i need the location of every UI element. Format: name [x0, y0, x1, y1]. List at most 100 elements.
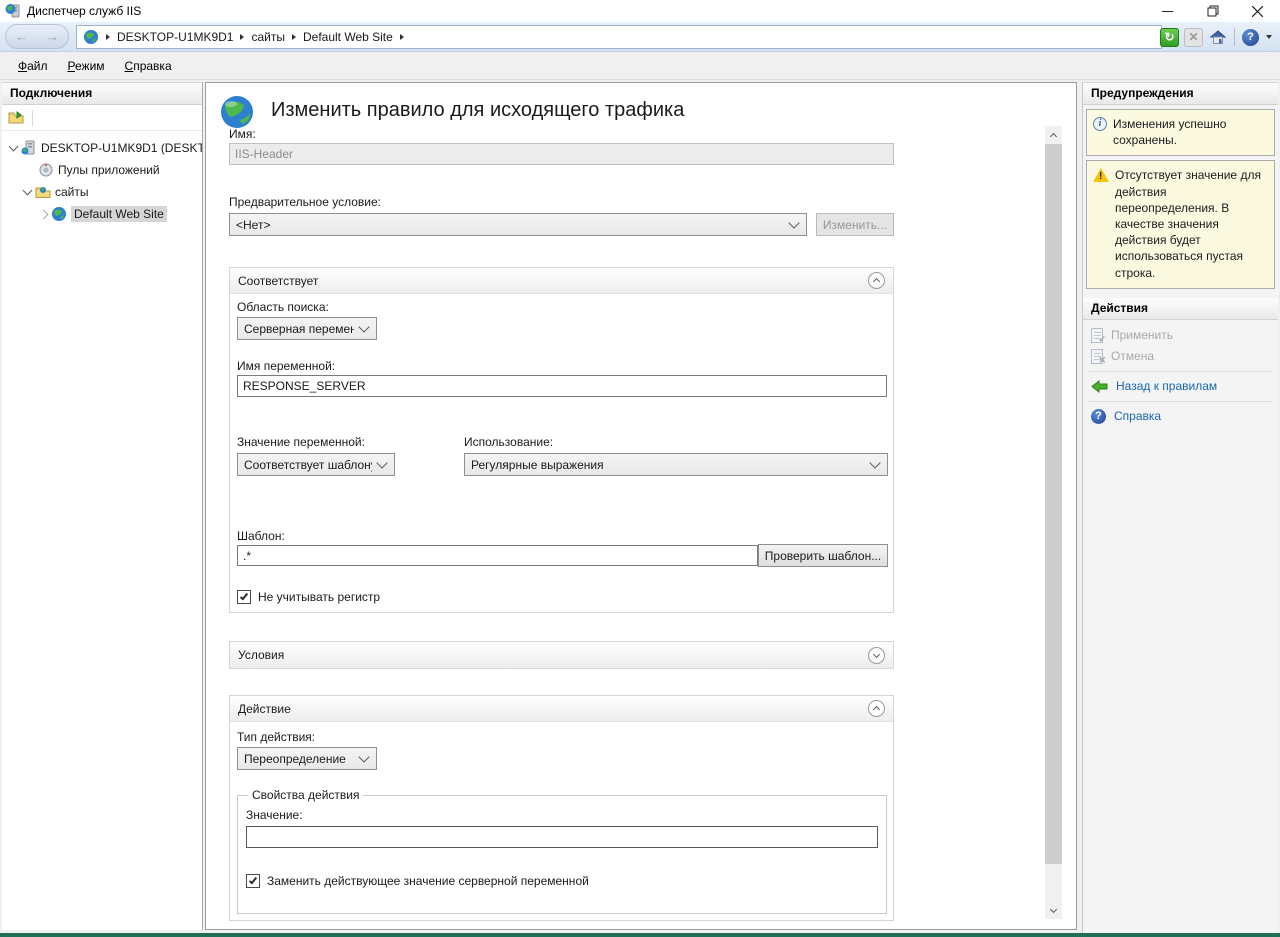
menu-mode[interactable]: Режим: [58, 55, 115, 77]
apply-icon: ✓: [1091, 328, 1103, 343]
tree-item-default-web-site[interactable]: Default Web Site: [2, 203, 202, 225]
tree-label-sites: сайты: [55, 185, 89, 199]
name-label: Имя:: [229, 127, 256, 141]
using-select[interactable]: Регулярные выражения: [464, 453, 888, 476]
alert-warning: Отсутствует значение для действия переоп…: [1086, 160, 1275, 288]
action-apply[interactable]: ✓ Применить: [1083, 325, 1278, 346]
back-to-rules-label: Назад к правилам: [1116, 379, 1217, 393]
tree-label-server: DESKTOP-U1MK9D1 (DESKTOP: [41, 141, 202, 155]
pattern-input[interactable]: [237, 545, 758, 566]
scroll-down-button[interactable]: [1045, 902, 1062, 919]
cancel-label: Отмена: [1111, 349, 1154, 363]
action-help[interactable]: ? Справка: [1083, 406, 1278, 427]
tree-label-default-web-site: Default Web Site: [71, 206, 167, 222]
iis-app-icon: [5, 3, 21, 19]
breadcrumb-arrow-icon: [106, 34, 110, 40]
help-icon: ?: [1091, 409, 1106, 424]
chevron-down-icon[interactable]: [23, 186, 33, 196]
close-button[interactable]: [1235, 0, 1280, 22]
app-pools-icon: [38, 162, 54, 178]
breadcrumb-arrow-icon: [292, 34, 296, 40]
toolbar-separator: [1234, 28, 1235, 46]
connections-tree: DESKTOP-U1MK9D1 (DESKTOP Пулы приложений: [2, 131, 202, 225]
action-cancel[interactable]: ✕ Отмена: [1083, 346, 1278, 367]
collapse-section-button[interactable]: [868, 272, 885, 289]
action-section-header[interactable]: Действие: [230, 696, 893, 722]
connections-toolbar: [2, 105, 202, 131]
restore-button[interactable]: [1190, 0, 1235, 22]
apply-label: Применить: [1111, 328, 1173, 342]
expand-section-button[interactable]: [868, 647, 885, 664]
chevron-right-icon[interactable]: [39, 209, 49, 219]
right-panel: Предупреждения i Изменения успешно сохра…: [1082, 82, 1278, 933]
stop-icon[interactable]: ✕: [1184, 28, 1203, 47]
chevron-down-icon: [358, 321, 369, 332]
cancel-icon: ✕: [1091, 349, 1103, 364]
match-section-header[interactable]: Соответствует: [230, 268, 893, 294]
variable-name-label: Имя переменной:: [237, 359, 335, 373]
breadcrumb-site[interactable]: Default Web Site: [303, 30, 393, 44]
replace-checkrow: Заменить действующее значение серверной …: [246, 874, 878, 888]
pattern-label: Шаблон:: [237, 529, 285, 543]
tree-item-server[interactable]: DESKTOP-U1MK9D1 (DESKTOP: [2, 137, 202, 159]
back-button[interactable]: ←: [15, 29, 28, 44]
connect-folder-icon[interactable]: [8, 110, 24, 126]
value-input[interactable]: [246, 826, 878, 848]
action-back-to-rules[interactable]: Назад к правилам: [1083, 376, 1278, 397]
chevron-down-icon[interactable]: [9, 142, 19, 152]
menu-file[interactable]: Файл: [8, 55, 58, 77]
chevron-down-icon: [358, 751, 369, 762]
ignore-case-checkbox[interactable]: [237, 590, 251, 604]
address-bar: ← → DESKTOP-U1MK9D1 сайты Default Web Si…: [0, 22, 1280, 52]
actions-separator: [1089, 371, 1272, 372]
variable-value-select[interactable]: Соответствует шаблону: [237, 453, 395, 476]
window-title: Диспетчер служб IIS: [27, 4, 141, 18]
forward-button[interactable]: →: [46, 29, 59, 44]
tree-item-app-pools[interactable]: Пулы приложений: [2, 159, 202, 181]
home-icon[interactable]: [1208, 28, 1227, 47]
info-icon: i: [1093, 117, 1107, 131]
variable-value-label: Значение переменной:: [237, 435, 365, 449]
scrollbar-thumb[interactable]: [1045, 144, 1062, 864]
globe-icon: [83, 29, 99, 45]
connections-header: Подключения: [2, 83, 202, 105]
breadcrumb-server[interactable]: DESKTOP-U1MK9D1: [117, 30, 233, 44]
action-properties-legend: Свойства действия: [248, 788, 363, 802]
alerts-header: Предупреждения: [1083, 83, 1278, 105]
sites-folder-icon: [35, 184, 51, 200]
precondition-label: Предварительное условие:: [229, 195, 381, 209]
refresh-icon[interactable]: ↻: [1160, 28, 1179, 47]
collapse-section-button[interactable]: [868, 700, 885, 717]
breadcrumb-sites[interactable]: сайты: [251, 30, 285, 44]
minimize-button[interactable]: [1145, 0, 1190, 22]
test-pattern-button[interactable]: Проверить шаблон...: [758, 544, 888, 567]
menu-help[interactable]: Справка: [115, 55, 182, 77]
precondition-select[interactable]: <Нет>: [229, 213, 807, 236]
action-type-label: Тип действия:: [237, 730, 315, 744]
menu-bar: Файл Режим Справка: [0, 52, 1280, 80]
action-properties-group: Свойства действия Значение: Заменить дей…: [237, 788, 887, 914]
replace-checkbox[interactable]: [246, 874, 260, 888]
tree-label-app-pools: Пулы приложений: [58, 163, 160, 177]
scope-select[interactable]: Серверная переменн: [237, 317, 377, 340]
help-dropdown-icon[interactable]: [1266, 35, 1272, 39]
title-bar: Диспетчер служб IIS: [0, 0, 1280, 22]
chevron-down-icon: [788, 217, 799, 228]
scroll-up-button[interactable]: [1045, 126, 1062, 143]
action-section: Действие Тип действия: Переопределение С…: [229, 695, 894, 921]
replace-label: Заменить действующее значение серверной …: [267, 874, 589, 888]
action-type-select[interactable]: Переопределение: [237, 747, 377, 770]
conditions-section-header[interactable]: Условия: [230, 642, 893, 668]
vertical-scrollbar[interactable]: [1045, 126, 1062, 919]
name-input[interactable]: [229, 143, 894, 165]
scope-label: Область поиска:: [237, 300, 329, 314]
help-icon[interactable]: ?: [1242, 29, 1259, 46]
edit-precondition-button[interactable]: Изменить...: [816, 213, 894, 236]
variable-name-input[interactable]: [237, 375, 887, 397]
page-title: Изменить правило для исходящего трафика: [271, 99, 684, 122]
warning-icon: [1093, 168, 1109, 182]
chevron-down-icon: [376, 457, 387, 468]
match-section: Соответствует Область поиска: Серверная …: [229, 267, 894, 613]
alert-warning-text: Отсутствует значение для действия переоп…: [1115, 167, 1268, 280]
tree-item-sites[interactable]: сайты: [2, 181, 202, 203]
